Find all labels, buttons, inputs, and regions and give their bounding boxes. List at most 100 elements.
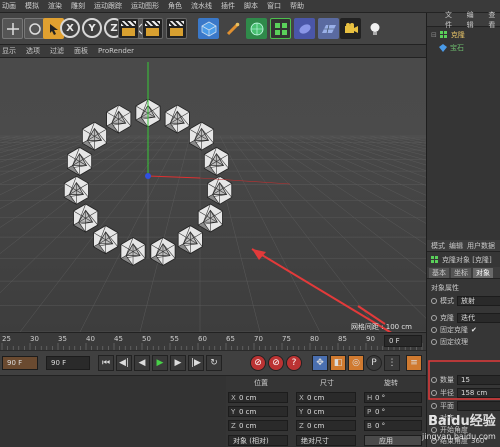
menu-simulate[interactable]: 模拟 xyxy=(25,1,39,11)
menu-script[interactable]: 脚本 xyxy=(244,1,258,11)
y-axis-lock-button[interactable]: Y xyxy=(82,18,102,38)
object-item-cloner[interactable]: ⊟ 克隆 xyxy=(431,30,465,40)
menu-character[interactable]: 角色 xyxy=(168,1,182,11)
subdivision-surface-icon[interactable] xyxy=(246,18,267,39)
camera-icon[interactable] xyxy=(340,18,361,39)
loop-icon[interactable]: ↻ xyxy=(206,355,222,371)
tick-label: 80 xyxy=(310,335,319,343)
start-frame-field[interactable]: 90 F xyxy=(2,356,38,370)
attribute-menu-userdata[interactable]: 用户数据 xyxy=(467,241,495,251)
deformer-icon[interactable] xyxy=(294,18,315,39)
render-settings-icon[interactable] xyxy=(166,18,187,39)
count-input[interactable]: 15 xyxy=(457,374,500,385)
menu-pipeline[interactable]: 流水线 xyxy=(191,1,212,11)
count-radio[interactable] xyxy=(431,376,437,383)
position-key-icon[interactable]: ✥ xyxy=(312,355,328,371)
viewport-menu-display[interactable]: 显示 xyxy=(2,46,16,56)
tab-basic[interactable]: 基本 xyxy=(429,267,449,278)
cloner-icon xyxy=(431,255,438,263)
menu-window[interactable]: 窗口 xyxy=(267,1,281,11)
pen-spline-icon[interactable] xyxy=(222,18,243,39)
timeline-ruler[interactable]: 25 30 35 40 45 50 55 60 65 70 75 80 85 9… xyxy=(0,332,426,350)
current-frame-field[interactable]: 0 F xyxy=(384,335,422,347)
menu-render[interactable]: 渲染 xyxy=(48,1,62,11)
viewport-menu-options[interactable]: 选项 xyxy=(26,46,40,56)
tick-label: 45 xyxy=(114,335,123,343)
x-axis-lock-button[interactable]: X xyxy=(60,18,80,38)
coordinate-mode-select[interactable]: 对象 (相对) xyxy=(228,435,288,446)
mode-radio[interactable] xyxy=(431,297,437,304)
record-keys-icon[interactable]: ⊘ xyxy=(250,355,266,371)
next-key-icon[interactable]: |▶ xyxy=(188,355,204,371)
size-mode-select[interactable]: 绝对尺寸 xyxy=(296,435,356,446)
tick-label: 30 xyxy=(30,335,39,343)
tab-object[interactable]: 对象 xyxy=(473,267,493,278)
clone-radio[interactable] xyxy=(431,314,437,321)
go-to-start-icon[interactable]: ⏮ xyxy=(98,355,114,371)
object-menu-edit[interactable]: 编辑 xyxy=(467,10,480,30)
tab-coord[interactable]: 坐标 xyxy=(451,267,471,278)
gem-clone xyxy=(188,121,215,151)
next-frame-icon[interactable]: ▶ xyxy=(170,355,186,371)
fixed-clone-radio[interactable] xyxy=(431,326,437,333)
light-bulb-icon[interactable] xyxy=(364,18,385,39)
apply-button[interactable]: 应用 xyxy=(364,435,422,446)
position-x-input[interactable]: X0 cm xyxy=(228,392,288,403)
scale-key-icon[interactable]: ◧ xyxy=(330,355,346,371)
object-menu-view[interactable]: 查看 xyxy=(488,10,500,30)
rotation-p-input[interactable]: P0 ° xyxy=(364,406,422,417)
rotation-h-input[interactable]: H0 ° xyxy=(364,392,422,403)
rotation-b-input[interactable]: B0 ° xyxy=(364,420,422,431)
point-level-icon[interactable]: ⋮ xyxy=(384,355,400,371)
previous-frame-icon[interactable]: ◀ xyxy=(134,355,150,371)
menu-motion-tracker[interactable]: 运动跟踪 xyxy=(94,1,122,11)
viewport-menu-panel[interactable]: 面板 xyxy=(74,46,88,56)
previous-key-icon[interactable]: ◀| xyxy=(116,355,132,371)
radius-input[interactable]: 158 cm xyxy=(457,387,500,398)
size-y-input[interactable]: Y0 cm xyxy=(296,406,356,417)
object-manager-menu: 文件 编辑 查看 xyxy=(427,10,500,30)
3d-viewport[interactable]: 网格间距 : 100 cm xyxy=(0,58,426,332)
cube-icon[interactable] xyxy=(198,18,219,39)
section-title: 对象属性 xyxy=(431,283,459,292)
object-menu-file[interactable]: 文件 xyxy=(445,10,458,30)
tick-label: 85 xyxy=(338,335,347,343)
move-tool-icon[interactable] xyxy=(2,18,23,39)
attribute-menu-mode[interactable]: 模式 xyxy=(431,241,445,251)
fixed-texture-radio[interactable] xyxy=(431,338,437,345)
fixed-clone-checkbox[interactable]: ✔ xyxy=(471,326,477,334)
object-item-gem[interactable]: 宝石 xyxy=(439,43,464,53)
menu-sculpt[interactable]: 雕刻 xyxy=(71,1,85,11)
mograph-cloner-icon[interactable] xyxy=(270,18,291,39)
gem-clone xyxy=(164,104,190,134)
clone-select[interactable]: 迭代 xyxy=(457,312,500,323)
mode-select[interactable]: 放射 xyxy=(457,295,500,306)
auto-key-icon[interactable]: ⊘ xyxy=(268,355,284,371)
attribute-menu-edit[interactable]: 编辑 xyxy=(449,241,463,251)
timeline-window-icon[interactable]: ≡ xyxy=(406,355,422,371)
play-icon[interactable]: ▶ xyxy=(152,355,168,371)
position-y-input[interactable]: Y0 cm xyxy=(228,406,288,417)
render-view-icon[interactable] xyxy=(118,18,139,39)
key-selection-icon[interactable]: ? xyxy=(286,355,302,371)
position-z-input[interactable]: Z0 cm xyxy=(228,420,288,431)
menu-plugins[interactable]: 插件 xyxy=(221,1,235,11)
plane-radio[interactable] xyxy=(431,402,437,409)
viewport-menu-prorender[interactable]: ProRender xyxy=(98,47,134,55)
floor-environment-icon[interactable] xyxy=(318,18,339,39)
rotation-key-icon[interactable]: ◎ xyxy=(348,355,364,371)
menu-animate[interactable]: 动画 xyxy=(2,1,16,11)
cloner-icon xyxy=(439,31,447,38)
radius-radio[interactable] xyxy=(431,389,437,396)
menu-mograph[interactable]: 运动图形 xyxy=(131,1,159,11)
render-picture-viewer-icon[interactable] xyxy=(142,18,163,39)
size-x-input[interactable]: X0 cm xyxy=(296,392,356,403)
end-frame-field[interactable]: 90 F xyxy=(46,356,90,370)
rotate-tool-icon[interactable] xyxy=(24,18,45,39)
size-z-input[interactable]: Z0 cm xyxy=(296,420,356,431)
grid-line xyxy=(299,135,426,186)
viewport-menu-filter[interactable]: 过滤 xyxy=(50,46,64,56)
parameter-key-icon[interactable]: P xyxy=(366,355,382,371)
plane-select[interactable] xyxy=(457,400,500,411)
menu-help[interactable]: 帮助 xyxy=(290,1,304,11)
